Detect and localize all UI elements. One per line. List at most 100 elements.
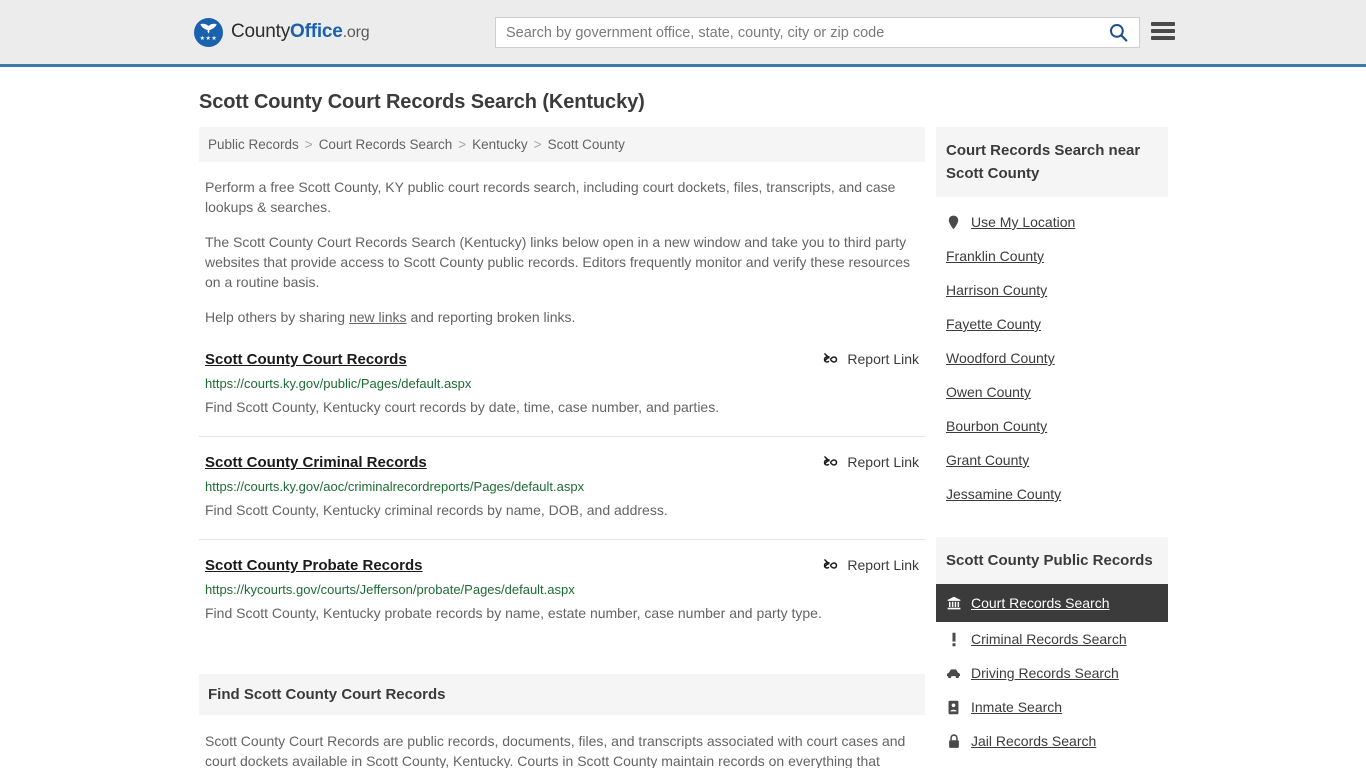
intro-paragraph-3: Help others by sharing new links and rep… [205, 307, 917, 327]
result-header: Scott County Criminal Records Report Lin… [199, 454, 925, 471]
result-item: Scott County Court Records Report Link h… [199, 351, 925, 437]
sidebar-item-woodford-county[interactable]: Woodford County [936, 341, 1168, 375]
intro-p3-after: and reporting broken links. [406, 309, 576, 325]
breadcrumb-item-public-records[interactable]: Public Records [208, 137, 299, 152]
result-item: Scott County Probate Records Report Link… [199, 557, 925, 642]
report-link-button[interactable]: Report Link [823, 351, 919, 367]
result-title-link[interactable]: Scott County Probate Records [205, 557, 423, 574]
sidebar-link[interactable]: Driving Records Search [971, 665, 1119, 681]
sidebar-link[interactable]: Inmate Search [971, 699, 1062, 715]
broken-link-icon [824, 558, 838, 569]
sidebar-nearby-list: Use My Location Franklin County Harrison… [936, 197, 1168, 511]
logo-text-office: Office [290, 21, 343, 42]
sidebar-link[interactable]: Fayette County [946, 316, 1041, 332]
exclamation-icon [946, 632, 961, 647]
sidebar-link[interactable]: Grant County [946, 452, 1029, 468]
sidebar-item-grant-county[interactable]: Grant County [936, 443, 1168, 477]
sidebar-link[interactable]: Jessamine County [946, 486, 1061, 502]
result-header: Scott County Probate Records Report Link [199, 557, 925, 574]
sidebar-link[interactable]: Owen County [946, 384, 1031, 400]
sidebar-item-use-my-location[interactable]: Use My Location [936, 197, 1168, 239]
sidebar-item-fayette-county[interactable]: Fayette County [936, 307, 1168, 341]
sidebar-link[interactable]: Franklin County [946, 248, 1044, 264]
sidebar-item-jail-records-search[interactable]: Jail Records Search [936, 724, 1168, 758]
eagle-seal-icon: ★★★ [194, 17, 223, 47]
courthouse-glyph [947, 596, 960, 610]
lock-glyph [948, 733, 959, 748]
sidebar-public-records-block: Scott County Public Records Court Record… [936, 537, 1168, 758]
sidebar-item-inmate-search[interactable]: Inmate Search [936, 690, 1168, 724]
sidebar-item-franklin-county[interactable]: Franklin County [936, 239, 1168, 273]
car-icon [946, 668, 961, 679]
site-logo[interactable]: ★★★ CountyOffice.org [194, 17, 370, 47]
sidebar-link[interactable]: Bourbon County [946, 418, 1047, 434]
sidebar-item-bourbon-county[interactable]: Bourbon County [936, 409, 1168, 443]
sidebar-item-court-records-search[interactable]: Court Records Search [936, 584, 1168, 622]
sidebar-public-records-list: Court Records Search Criminal Records Se… [936, 584, 1168, 758]
id-badge-glyph [948, 700, 959, 714]
sidebar-public-records-heading: Scott County Public Records [936, 537, 1168, 584]
logo-text-county: County [231, 21, 291, 42]
result-description: Find Scott County, Kentucky probate reco… [205, 605, 822, 621]
hamburger-bar [1151, 36, 1175, 40]
exclamation-glyph [952, 632, 955, 646]
article-heading: Find Scott County Court Records [199, 674, 925, 715]
lock-icon [946, 733, 961, 749]
hamburger-menu-icon[interactable] [1151, 20, 1175, 42]
main-column: Public Records > Court Records Search > … [199, 127, 925, 768]
logo-text-org: .org [342, 24, 370, 41]
report-link-label: Report Link [847, 351, 919, 367]
site-header: ★★★ CountyOffice.org [0, 0, 1366, 67]
courthouse-icon [946, 596, 961, 610]
sidebar-nearby-heading: Court Records Search near Scott County [936, 127, 1168, 197]
intro-p3-before: Help others by sharing [205, 309, 349, 325]
sidebar-item-driving-records-search[interactable]: Driving Records Search [936, 656, 1168, 690]
result-url: https://kycourts.gov/courts/Jefferson/pr… [205, 582, 575, 597]
result-title-link[interactable]: Scott County Criminal Records [205, 454, 427, 471]
content-columns: Public Records > Court Records Search > … [199, 127, 1172, 768]
sidebar-item-harrison-county[interactable]: Harrison County [936, 273, 1168, 307]
hamburger-bar [1151, 29, 1175, 33]
search-input[interactable] [496, 18, 1097, 47]
breadcrumb-separator: > [458, 137, 467, 152]
hamburger-bar [1151, 22, 1175, 26]
page-title: Scott County Court Records Search (Kentu… [199, 91, 645, 113]
result-url: https://courts.ky.gov/aoc/criminalrecord… [205, 479, 585, 494]
sidebar-link[interactable]: Use My Location [971, 214, 1075, 230]
sidebar-link[interactable]: Jail Records Search [971, 733, 1096, 749]
result-description: Find Scott County, Kentucky court record… [205, 399, 720, 415]
result-url: https://courts.ky.gov/public/Pages/defau… [205, 376, 472, 391]
search-icon [1109, 23, 1127, 42]
id-badge-icon [946, 700, 961, 715]
intro-paragraph-1: Perform a free Scott County, KY public c… [205, 179, 896, 215]
breadcrumb-item-court-records-search[interactable]: Court Records Search [319, 137, 453, 152]
article-body: Scott County Court Records are public re… [205, 733, 906, 768]
result-header: Scott County Court Records Report Link [199, 351, 925, 368]
page-container: Scott County Court Records Search (Kentu… [0, 91, 1366, 768]
sidebar-link[interactable]: Harrison County [946, 282, 1047, 298]
breadcrumb-item-scott-county: Scott County [547, 137, 625, 152]
result-item: Scott County Criminal Records Report Lin… [199, 454, 925, 540]
result-title-link[interactable]: Scott County Court Records [205, 351, 407, 368]
sidebar-link[interactable]: Criminal Records Search [971, 631, 1127, 647]
report-link-label: Report Link [847, 454, 919, 470]
sidebar: Court Records Search near Scott County U… [936, 127, 1168, 758]
sidebar-link[interactable]: Woodford County [946, 350, 1055, 366]
results-list: Scott County Court Records Report Link h… [199, 351, 925, 642]
logo-wordmark: CountyOffice.org [231, 21, 370, 43]
new-links-link[interactable]: new links [349, 309, 407, 325]
breadcrumb-item-kentucky[interactable]: Kentucky [472, 137, 528, 152]
sidebar-item-owen-county[interactable]: Owen County [936, 375, 1168, 409]
search-bar[interactable] [495, 17, 1140, 48]
report-link-button[interactable]: Report Link [823, 454, 919, 470]
broken-link-icon [824, 455, 838, 466]
search-button[interactable] [1097, 18, 1139, 47]
report-link-button[interactable]: Report Link [823, 557, 919, 573]
sidebar-item-jessamine-county[interactable]: Jessamine County [936, 477, 1168, 511]
broken-link-icon [824, 352, 838, 363]
sidebar-link[interactable]: Court Records Search [971, 595, 1110, 611]
intro-paragraph-2: The Scott County Court Records Search (K… [205, 234, 911, 290]
breadcrumb: Public Records > Court Records Search > … [199, 127, 925, 162]
sidebar-item-criminal-records-search[interactable]: Criminal Records Search [936, 622, 1168, 656]
article-section: Find Scott County Court Records Scott Co… [199, 674, 925, 768]
